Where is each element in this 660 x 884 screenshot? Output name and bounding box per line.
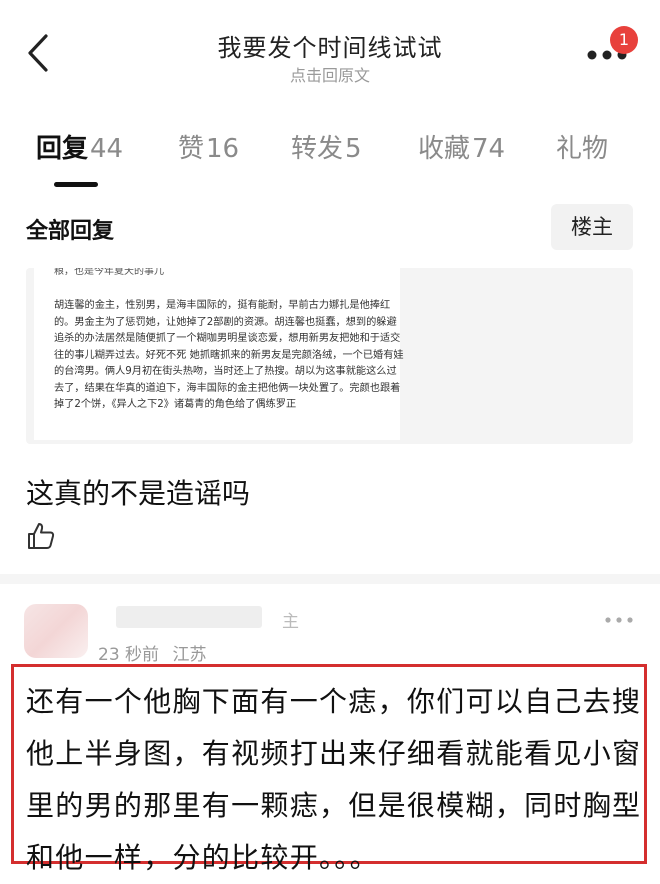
comment-more-icon[interactable] <box>604 616 634 624</box>
embedded-text: 胡连馨的金主，性别男，是海丰国际的，挺有能耐，早前古力娜扎是他捧红的。男金主为了… <box>54 300 404 410</box>
comment-time: 23 秒前 <box>98 645 160 665</box>
view-original-link[interactable]: 点击回原文 <box>0 62 660 86</box>
comment-text: 还有一个他胸下面有一个痣，你们可以自己去搜他上半身图，有视频打出来仔细看就能看见… <box>26 685 642 874</box>
tab-count: 5 <box>345 134 362 164</box>
active-tab-indicator <box>54 182 98 187</box>
all-replies-heading: 全部回复 <box>26 219 115 244</box>
tab-count: 44 <box>90 134 124 164</box>
tab-reposts[interactable]: 转发5 <box>291 128 362 165</box>
notification-badge: 1 <box>610 26 638 54</box>
comment-image[interactable]: 粮，也是今年夏天的事儿 胡连馨的金主，性别男，是海丰国际的，挺有能耐，早前古力娜… <box>26 268 633 444</box>
tab-label: 礼物 <box>556 134 609 164</box>
tab-label: 回复 <box>36 134 89 164</box>
comment-location: 江苏 <box>172 645 207 665</box>
tab-replies[interactable]: 回复44 <box>36 128 123 165</box>
tab-label: 转发 <box>291 134 344 164</box>
thumbs-up-icon[interactable] <box>26 521 56 551</box>
embedded-text-card: 粮，也是今年夏天的事儿 胡连馨的金主，性别男，是海丰国际的，挺有能耐，早前古力娜… <box>34 268 404 440</box>
tab-label: 收藏 <box>418 134 471 164</box>
tab-bar: 回复44 赞16 转发5 收藏74 礼物 <box>0 128 660 178</box>
op-only-filter-button[interactable]: 楼主 <box>551 204 633 250</box>
embedded-cut-line: 粮，也是今年夏天的事儿 <box>54 268 164 277</box>
tab-favorites[interactable]: 收藏74 <box>418 128 505 165</box>
comment-meta: 23 秒前 江苏 <box>98 640 206 665</box>
tab-count: 16 <box>206 134 240 164</box>
avatar[interactable] <box>24 604 88 658</box>
tab-gifts[interactable]: 礼物 <box>556 128 608 165</box>
username-tail: 主 <box>282 612 299 632</box>
comment-text: 这真的不是造谣吗 <box>26 477 251 510</box>
tab-label: 赞 <box>178 134 205 164</box>
redacted-username <box>116 606 262 628</box>
comment-divider <box>0 574 660 584</box>
tab-likes[interactable]: 赞16 <box>178 128 239 165</box>
page-title: 我要发个时间线试试 <box>217 34 443 62</box>
tab-count: 74 <box>472 134 506 164</box>
